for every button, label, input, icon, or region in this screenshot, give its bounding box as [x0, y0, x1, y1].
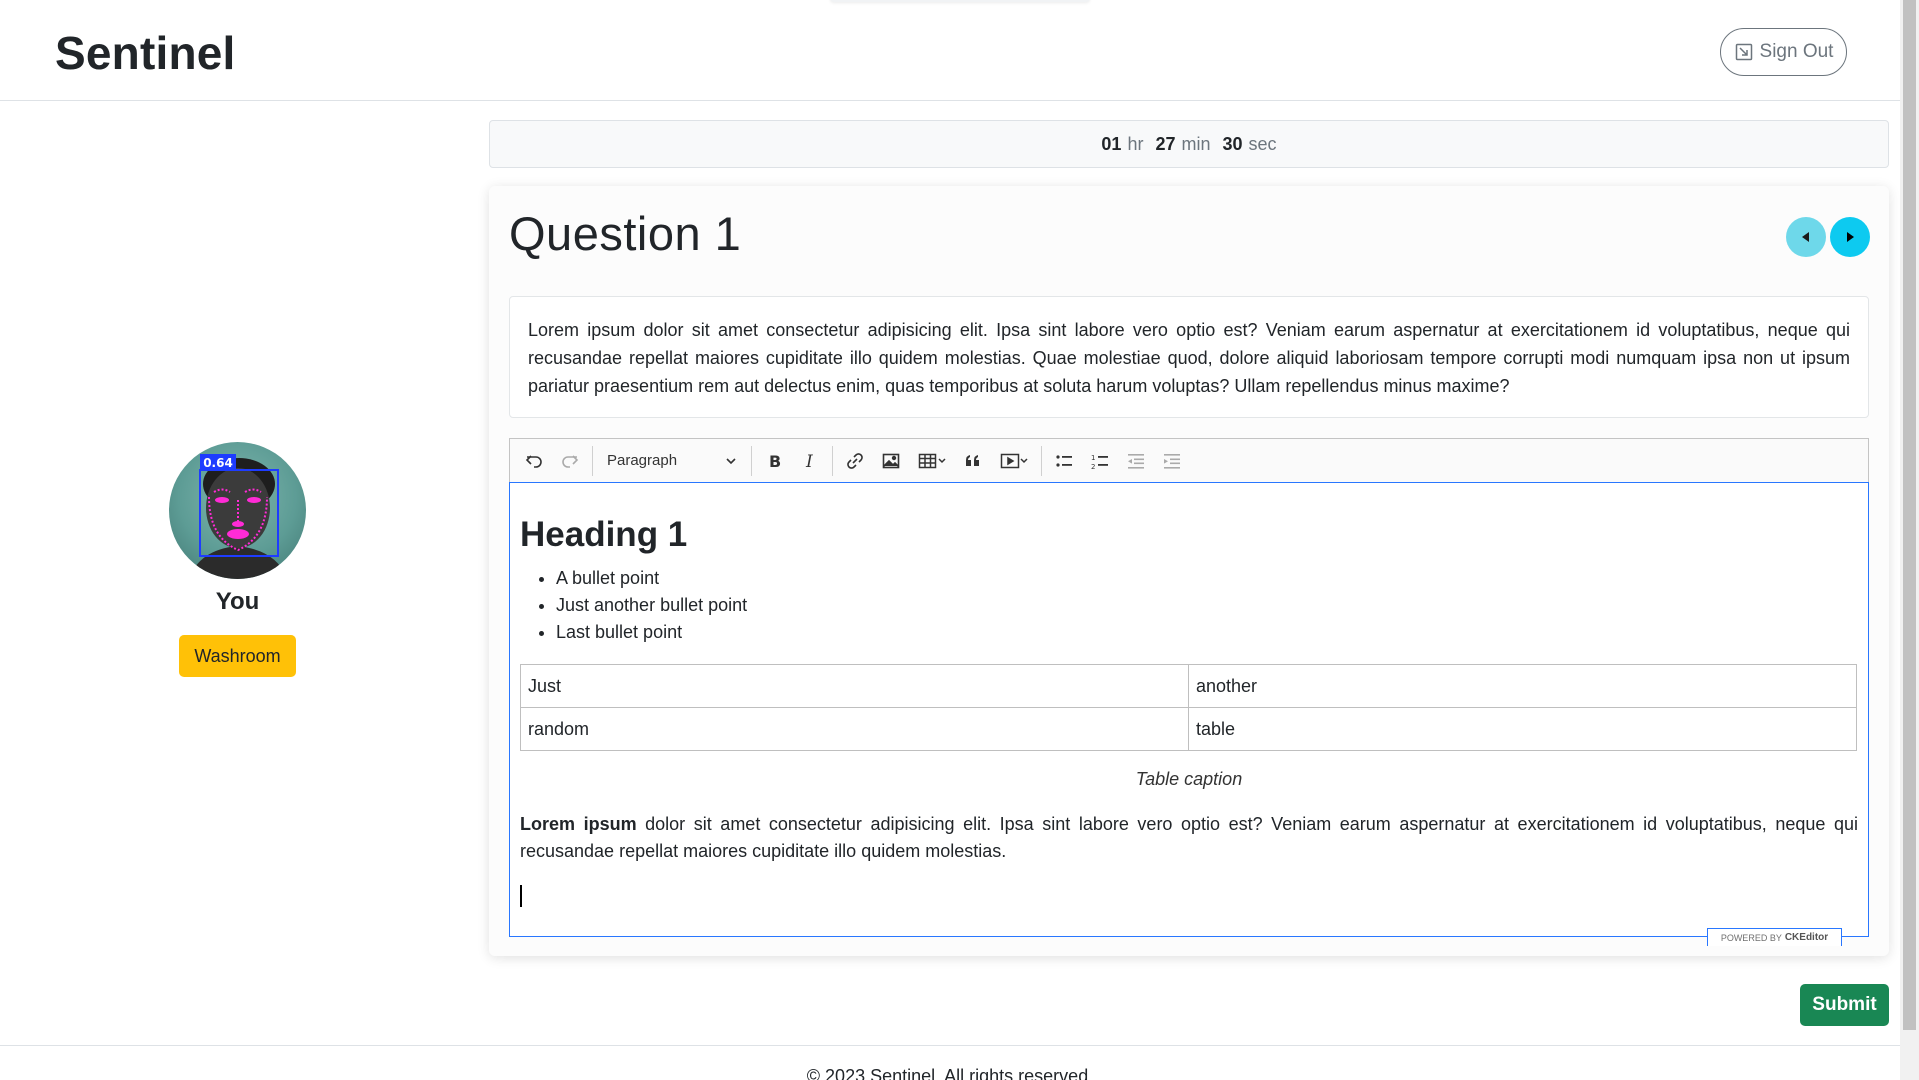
editor-toolbar: Paragraph B I 12 [509, 438, 1869, 482]
toolbar-separator [1041, 445, 1042, 476]
outdent-icon [1128, 453, 1144, 469]
bold-icon: B [769, 452, 781, 471]
footer-copyright: © 2023 Sentinel. All rights reserved. [806, 1066, 1094, 1080]
question-title: Question 1 [509, 207, 742, 260]
media-icon [1000, 453, 1028, 468]
table-cell[interactable]: table [1188, 707, 1857, 751]
sign-out-icon [1735, 43, 1752, 61]
timer-seconds-unit: sec [1248, 133, 1277, 154]
table-cell[interactable]: random [520, 707, 1189, 751]
insert-table-button[interactable] [909, 443, 955, 479]
timer-minutes-unit: min [1181, 133, 1211, 154]
editor-heading: Heading 1 [520, 515, 688, 554]
next-question-button[interactable] [1830, 217, 1870, 257]
editor-bullet-list: A bullet point Just another bullet point… [556, 565, 1858, 646]
confidence-score: 0.64 [203, 456, 233, 470]
insert-image-button[interactable] [873, 443, 909, 479]
question-card: Question 1 Lorem ipsum dolor sit amet co… [489, 186, 1889, 956]
toolbar-separator [751, 445, 752, 476]
scrollbar-thumb[interactable] [1903, 0, 1916, 1030]
question-text: Lorem ipsum dolor sit amet consectetur a… [509, 296, 1869, 418]
webcam-avatar: 0.64 [169, 442, 306, 579]
block-quote-button[interactable] [955, 443, 991, 479]
face-detection-overlay: 0.64 [189, 454, 287, 579]
table-caption: Table caption [1135, 769, 1243, 789]
sign-out-label: Sign Out [1759, 41, 1834, 62]
submit-button[interactable]: Submit [1800, 984, 1889, 1026]
italic-button[interactable]: I [792, 443, 828, 479]
redo-button[interactable] [552, 443, 588, 479]
redo-icon [562, 454, 579, 468]
previous-question-button[interactable] [1786, 217, 1826, 257]
timer-hours-unit: hr [1127, 133, 1144, 154]
timer-minutes: 27 [1155, 133, 1176, 154]
insert-media-button[interactable] [991, 443, 1037, 479]
undo-icon [525, 454, 542, 468]
sign-out-button[interactable]: Sign Out [1720, 28, 1847, 76]
toolbar-separator [592, 445, 593, 476]
you-label: You [215, 588, 260, 615]
bold-button[interactable]: B [756, 443, 792, 479]
undo-button[interactable] [516, 443, 552, 479]
list-item: Last bullet point [556, 619, 1858, 646]
svg-text:1: 1 [1091, 454, 1095, 462]
text-caret [520, 885, 522, 907]
svg-text:I: I [805, 452, 813, 471]
answer-editor[interactable]: Heading 1 A bullet point Just another bu… [509, 482, 1869, 937]
image-icon [882, 453, 900, 468]
table-cell[interactable]: another [1188, 664, 1857, 708]
outdent-button[interactable] [1118, 443, 1154, 479]
powered-by-label: POWERED BY [1720, 932, 1782, 943]
table-cell[interactable]: Just [520, 664, 1189, 708]
bulleted-list-icon [1056, 454, 1072, 467]
editor-paragraph: Lorem ipsum dolor sit amet consectetur a… [520, 811, 1858, 865]
page-scrollbar[interactable] [1900, 0, 1919, 1080]
table-row: Just another [520, 664, 1857, 708]
chevron-down-icon [726, 457, 736, 464]
paragraph-text: dolor sit amet consectetur adipisicing e… [520, 814, 1859, 861]
quote-icon [966, 454, 979, 466]
indent-button[interactable] [1154, 443, 1190, 479]
bulleted-list-button[interactable] [1046, 443, 1082, 479]
numbered-list-icon: 12 [1091, 454, 1108, 471]
footer-divider [0, 1045, 1900, 1046]
washroom-button[interactable]: Washroom [179, 635, 296, 677]
timer-hours: 01 [1101, 133, 1122, 154]
editor-table: Just another random table [520, 664, 1857, 751]
bold-text: Lorem ipsum [520, 814, 637, 834]
caret-right-icon [1847, 232, 1854, 242]
list-item: Just another bullet point [556, 592, 1858, 619]
ckeditor-brand: CKEditor [1784, 932, 1829, 943]
heading-dropdown-value: Paragraph [607, 452, 678, 469]
ckeditor-badge[interactable]: POWERED BY CKEditor [1707, 928, 1842, 946]
link-button[interactable] [837, 443, 873, 479]
caret-left-icon [1802, 232, 1809, 242]
table-icon [918, 453, 946, 468]
heading-dropdown[interactable]: Paragraph [597, 443, 747, 479]
header: Sentinel Sign Out [0, 0, 1900, 101]
timer-seconds: 30 [1222, 133, 1243, 154]
svg-text:B: B [769, 452, 781, 471]
table-row: random table [520, 707, 1857, 751]
list-item: A bullet point [556, 565, 1858, 592]
exam-timer: 01 hr 27 min 30 sec [489, 120, 1889, 168]
numbered-list-button[interactable]: 12 [1082, 443, 1118, 479]
svg-text:2: 2 [1091, 463, 1095, 471]
brand-title: Sentinel [55, 27, 236, 79]
link-icon [847, 452, 863, 469]
toolbar-separator [832, 445, 833, 476]
indent-icon [1164, 453, 1180, 469]
italic-icon: I [805, 452, 813, 471]
